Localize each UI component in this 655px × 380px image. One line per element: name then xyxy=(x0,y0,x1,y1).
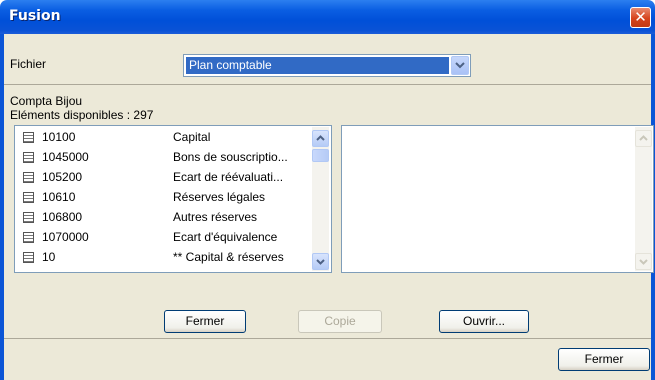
account-code: 106800 xyxy=(42,210,83,224)
list-item[interactable]: 10610 Réserves légales xyxy=(23,187,313,207)
scroll-down-icon xyxy=(635,253,652,270)
window-title: Fusion xyxy=(9,8,61,24)
list-item[interactable]: 106800 Autres réserves xyxy=(23,207,313,227)
account-name: Réserves légales xyxy=(173,190,266,204)
close-icon[interactable]: ✕ xyxy=(630,7,651,28)
title-bar: Fusion ✕ xyxy=(0,0,655,34)
list-item[interactable]: 1070000 Ecart d'équivalence xyxy=(23,227,313,247)
account-code: 105200 xyxy=(42,170,83,184)
scroll-down-icon[interactable] xyxy=(312,253,329,270)
available-list[interactable]: 10100 Capital 1045000 Bons de souscriptio..… xyxy=(14,125,332,273)
account-icon xyxy=(23,172,34,183)
account-name: ** Capital & réserves xyxy=(173,250,284,264)
scroll-up-icon[interactable] xyxy=(312,130,329,147)
scroll-up-icon xyxy=(635,130,652,147)
fermer-inner-button[interactable]: Fermer xyxy=(164,310,246,333)
fichier-label: Fichier xyxy=(10,57,47,71)
ouvrir-button[interactable]: Ouvrir... xyxy=(439,310,529,333)
account-icon xyxy=(23,232,34,243)
account-name: Ecart de réévaluati... xyxy=(173,170,284,184)
copie-button: Copie xyxy=(298,310,382,333)
account-icon xyxy=(23,192,34,203)
account-icon xyxy=(23,252,34,263)
list-item[interactable]: 1045000 Bons de souscriptio... xyxy=(23,147,313,167)
account-code: 1045000 xyxy=(42,150,89,164)
account-name: Autres réserves xyxy=(173,210,258,224)
account-code: 10 xyxy=(42,250,56,264)
selected-list[interactable] xyxy=(341,125,654,273)
fichier-select[interactable]: Plan comptable xyxy=(183,54,471,77)
account-name: Ecart d'équivalence xyxy=(173,230,278,244)
scroll-thumb[interactable] xyxy=(312,149,329,162)
fichier-selected-value: Plan comptable xyxy=(186,57,449,74)
account-name: Bons de souscriptio... xyxy=(173,150,288,164)
chevron-down-icon[interactable] xyxy=(451,56,469,75)
right-scrollbar[interactable] xyxy=(635,127,652,271)
list-item[interactable]: 10100 Capital xyxy=(23,127,313,147)
account-icon xyxy=(23,152,34,163)
account-icon xyxy=(23,212,34,223)
fermer-button[interactable]: Fermer xyxy=(558,348,650,371)
list-item[interactable]: 105200 Ecart de réévaluati... xyxy=(23,167,313,187)
footer-panel xyxy=(4,339,651,380)
account-code: 10610 xyxy=(42,190,76,204)
account-code: 10100 xyxy=(42,130,76,144)
list-item[interactable]: 10 ** Capital & réserves xyxy=(23,247,313,267)
available-count: Eléments disponibles : 297 xyxy=(10,108,154,122)
left-scrollbar[interactable] xyxy=(312,127,329,271)
source-name: Compta Bijou xyxy=(10,94,83,108)
account-name: Capital xyxy=(173,130,211,144)
account-code: 1070000 xyxy=(42,230,89,244)
account-icon xyxy=(23,132,34,143)
